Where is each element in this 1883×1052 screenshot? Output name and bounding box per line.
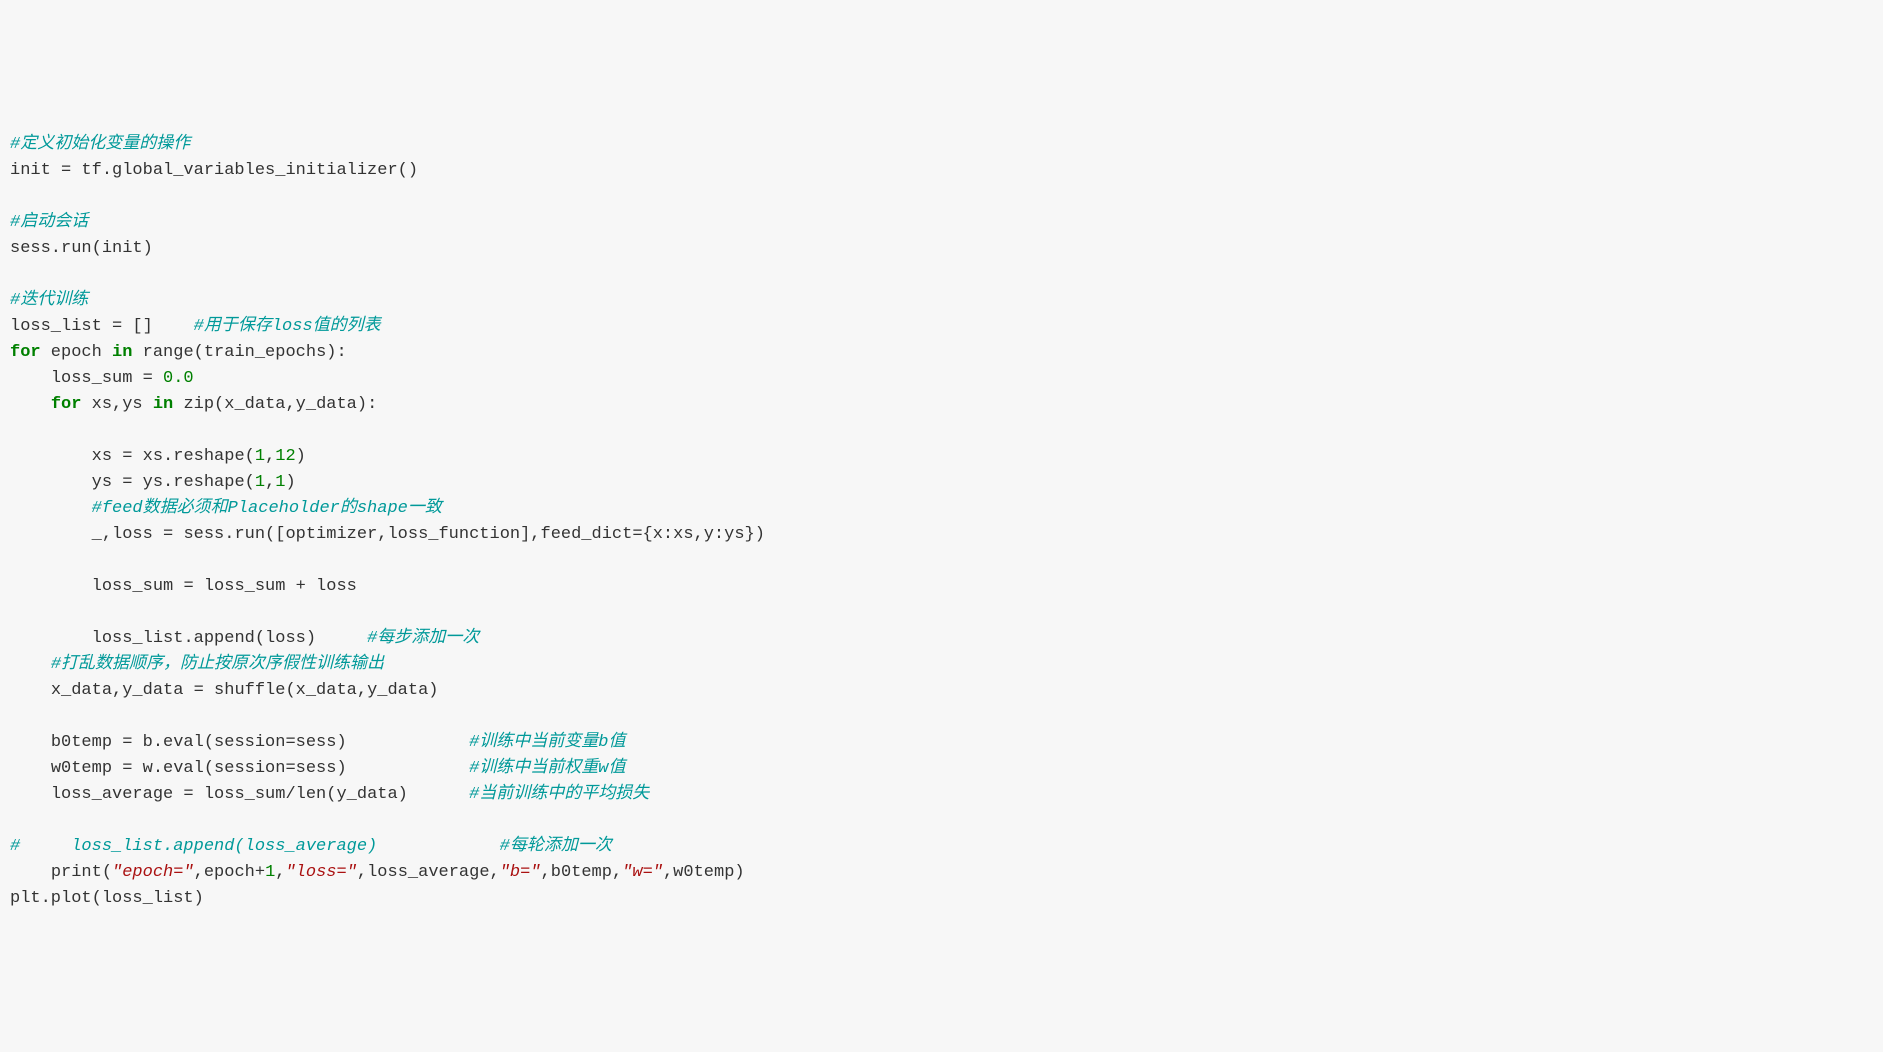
code-token: 1 (255, 473, 265, 492)
indent (10, 499, 92, 518)
code-line: loss_sum = 0.0 (10, 366, 1873, 392)
indent (10, 525, 92, 544)
code-token: in (112, 343, 132, 362)
code-token: #feed数据必须和Placeholder的shape一致 (92, 499, 442, 518)
code-token: , (275, 863, 285, 882)
code-token: 12 (275, 447, 295, 466)
code-line (10, 418, 1873, 444)
code-line: for epoch in range(train_epochs): (10, 340, 1873, 366)
code-token: # loss_list.append(loss_average) #每轮添加一次 (10, 837, 612, 856)
code-line (10, 184, 1873, 210)
code-token: 0.0 (163, 369, 194, 388)
code-token: zip(x_data,y_data): (173, 395, 377, 414)
code-line: init = tf.global_variables_initializer() (10, 158, 1873, 184)
code-token: _,loss = sess.run([optimizer,loss_functi… (92, 525, 765, 544)
code-token: ,epoch+ (194, 863, 265, 882)
code-token: in (153, 395, 173, 414)
indent (10, 759, 51, 778)
code-line (10, 704, 1873, 730)
code-block: #定义初始化变量的操作 init = tf.global_variables_in… (0, 130, 1883, 922)
code-line: loss_average = loss_sum/len(y_data) #当前训… (10, 782, 1873, 808)
code-token: #定义初始化变量的操作 (10, 135, 190, 154)
indent (10, 369, 51, 388)
indent (10, 655, 51, 674)
code-token: epoch (41, 343, 112, 362)
code-token: #启动会话 (10, 213, 88, 232)
code-line: #迭代训练 (10, 288, 1873, 314)
code-token: "loss=" (285, 863, 356, 882)
code-token: for (51, 395, 82, 414)
code-token: "b=" (500, 863, 541, 882)
code-token: 1 (265, 863, 275, 882)
code-token: xs = xs.reshape( (92, 447, 255, 466)
code-token: xs,ys (81, 395, 152, 414)
code-line: _,loss = sess.run([optimizer,loss_functi… (10, 522, 1873, 548)
code-token: #当前训练中的平均损失 (469, 785, 649, 804)
indent (10, 629, 92, 648)
code-line: x_data,y_data = shuffle(x_data,y_data) (10, 678, 1873, 704)
code-token: init = tf.global_variables_initializer() (10, 161, 418, 180)
code-line: loss_sum = loss_sum + loss (10, 574, 1873, 600)
code-token: #训练中当前变量b值 (469, 733, 625, 752)
code-line (10, 262, 1873, 288)
code-token: ) (285, 473, 295, 492)
code-token: #用于保存loss值的列表 (194, 317, 381, 336)
code-token: loss_sum = (51, 369, 163, 388)
code-token: , (265, 447, 275, 466)
code-token: 1 (275, 473, 285, 492)
code-line: #定义初始化变量的操作 (10, 132, 1873, 158)
code-line: #启动会话 (10, 210, 1873, 236)
code-line: xs = xs.reshape(1,12) (10, 444, 1873, 470)
code-line: #feed数据必须和Placeholder的shape一致 (10, 496, 1873, 522)
code-token: x_data,y_data = shuffle(x_data,y_data) (51, 681, 439, 700)
code-line: loss_list = [] #用于保存loss值的列表 (10, 314, 1873, 340)
indent (10, 447, 92, 466)
code-line: # loss_list.append(loss_average) #每轮添加一次 (10, 834, 1873, 860)
code-line: #打乱数据顺序，防止按原次序假性训练输出 (10, 652, 1873, 678)
code-token: ys = ys.reshape( (92, 473, 255, 492)
code-token: , (265, 473, 275, 492)
code-token: ,loss_average, (357, 863, 500, 882)
code-token: ,w0temp) (663, 863, 745, 882)
code-line: ys = ys.reshape(1,1) (10, 470, 1873, 496)
code-line: w0temp = w.eval(session=sess) #训练中当前权重w值 (10, 756, 1873, 782)
code-line: sess.run(init) (10, 236, 1873, 262)
indent (10, 577, 92, 596)
code-token: for (10, 343, 41, 362)
code-line: print("epoch=",epoch+1,"loss=",loss_aver… (10, 860, 1873, 886)
indent (10, 863, 51, 882)
indent (10, 785, 51, 804)
code-token: sess.run(init) (10, 239, 153, 258)
code-token: ) (296, 447, 306, 466)
code-line: for xs,ys in zip(x_data,y_data): (10, 392, 1873, 418)
code-token: ,b0temp, (541, 863, 623, 882)
code-token: #迭代训练 (10, 291, 88, 310)
code-token: loss_list.append(loss) (92, 629, 367, 648)
code-token: print( (51, 863, 112, 882)
code-token: 1 (255, 447, 265, 466)
code-token: loss_sum = loss_sum + loss (92, 577, 357, 596)
code-token: #每步添加一次 (367, 629, 479, 648)
code-line: plt.plot(loss_list) (10, 886, 1873, 912)
code-line (10, 600, 1873, 626)
code-token: loss_average = loss_sum/len(y_data) (51, 785, 469, 804)
indent (10, 395, 51, 414)
indent (10, 473, 92, 492)
code-token: range(train_epochs): (132, 343, 346, 362)
code-token: #训练中当前权重w值 (469, 759, 625, 778)
code-line (10, 548, 1873, 574)
indent (10, 733, 51, 752)
code-token: "epoch=" (112, 863, 194, 882)
code-token: w0temp = w.eval(session=sess) (51, 759, 469, 778)
code-token: plt.plot(loss_list) (10, 889, 204, 908)
indent (10, 681, 51, 700)
code-line (10, 808, 1873, 834)
code-token: loss_list = [] (10, 317, 194, 336)
code-line: loss_list.append(loss) #每步添加一次 (10, 626, 1873, 652)
code-token: #打乱数据顺序，防止按原次序假性训练输出 (51, 655, 384, 674)
code-token: "w=" (622, 863, 663, 882)
code-line: b0temp = b.eval(session=sess) #训练中当前变量b值 (10, 730, 1873, 756)
code-token: b0temp = b.eval(session=sess) (51, 733, 469, 752)
